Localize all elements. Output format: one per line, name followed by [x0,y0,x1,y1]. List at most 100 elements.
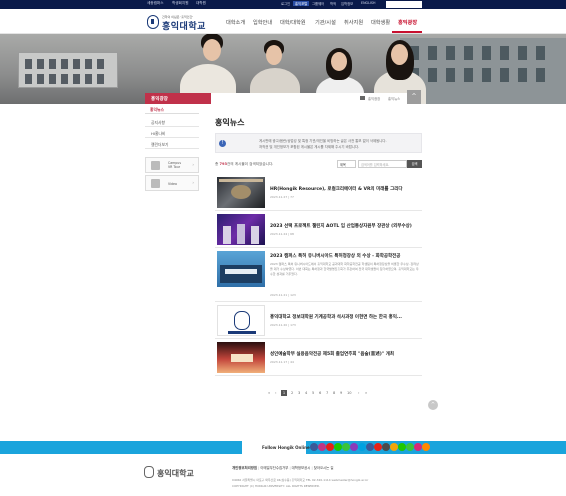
page-title: 홍익뉴스 [215,118,245,127]
post-title[interactable]: HR(Hongik Resource), 로컬크리에이터 & VR의 미래를 그… [270,186,403,192]
sns-icon[interactable] [382,443,390,451]
sns-icon[interactable] [358,443,366,451]
breadcrumb-item-news[interactable]: 홍익뉴스 [388,96,400,101]
pagination-page-1[interactable]: 1 [281,390,287,396]
collapse-up-button[interactable]: ^ [407,90,421,104]
list-item[interactable]: 홍익대학교 정보대학원 기계공학과 석사과정 이현면 하는 한국 홍익... 2… [215,302,422,339]
sns-icon[interactable] [310,443,318,451]
pagination-last[interactable]: » [365,391,367,395]
info-icon: ! [219,140,226,147]
post-thumbnail[interactable] [217,214,265,245]
sns-icon[interactable] [318,443,326,451]
list-item[interactable]: 2023 캠퍼스 특허 유니버시아드 특허청장상 외 수상 - 화학공학전공 2… [215,248,422,302]
student-face-4 [391,44,408,65]
footer-link-directions[interactable]: 찾아오시는 길 [314,466,334,470]
top-link-graduate[interactable]: 대학원 [196,1,206,6]
notice-line-1: 게시판에 광고/음란/상업성 및 특정 기관/개인을 비방하는 글은 사전 통보… [259,139,387,143]
top-utility-bar: 세종캠퍼스 학생회지원 대학원 로그인 홍익포털 그룹웨어 학적 입학정보 EN… [0,0,566,9]
search-field-select[interactable]: 제목 [337,160,356,168]
post-title[interactable]: 홍익대학교 정보대학원 기계공학과 석사과정 이현면 하는 한국 홍익... [270,314,402,320]
gnb-item-admission[interactable]: 입학안내 [253,19,272,26]
sns-icon[interactable] [326,443,334,451]
gnb-item-campus-life[interactable]: 대학생활 [371,19,390,26]
top-link-english[interactable]: ENGLISH [361,1,376,5]
list-item[interactable]: HR(Hongik Resource), 로컬크리에이터 & VR의 미래를 그… [215,174,422,211]
pagination-page-2[interactable]: 2 [291,391,293,395]
footer-links: 개인정보처리방침 | 이메일무단수집거부 | 대학정보공시 | 찾아오시는 길 [232,466,334,470]
gnb-item-career[interactable]: 취사지원 [344,19,363,26]
scroll-top-button[interactable]: ^ [428,400,438,410]
pagination-page-5[interactable]: 5 [312,391,314,395]
top-link-sejong[interactable]: 세종캠퍼스 [147,1,164,6]
post-meta: 2023.11.21 | 123 [270,293,296,297]
sns-label: Follow Hongik Online [242,441,310,454]
pagination-page-6[interactable]: 6 [319,391,321,395]
site-logo[interactable]: 건학의 이념은 '홍익인간' 홍익대학교 [147,15,219,32]
home-icon[interactable] [360,96,365,100]
pagination-page-4[interactable]: 4 [305,391,307,395]
pagination-next[interactable]: › [358,391,359,395]
top-link-records[interactable]: 학적 [330,1,336,6]
sns-icon[interactable] [366,443,374,451]
pagination-first[interactable]: « [268,391,270,395]
post-title[interactable]: 2023 선택 프로젝트 챌린지 AOTL 입 산업통상자원부 장관상 (외부수… [270,223,412,229]
footer-logo-name: 홍익대학교 [157,468,194,478]
post-thumbnail[interactable] [217,342,265,373]
sns-icon[interactable] [350,443,358,451]
post-meta: 2023.11.27 | 77 [270,195,294,199]
sns-icon[interactable] [334,443,342,451]
post-thumbnail[interactable] [217,305,265,336]
gnb-item-facilities[interactable]: 기관/시설 [315,19,336,26]
top-link-student[interactable]: 학생회지원 [172,1,189,6]
post-title[interactable]: 2023 캠퍼스 특허 유니버시아드 특허청장상 외 수상 - 화학공학전공 [270,253,400,259]
lnb-item-blog[interactable]: HI홍나비 [145,128,199,138]
gnb-item-plaza[interactable]: 홍익광장 [398,19,417,26]
post-meta: 2023.11.20 | 173 [270,323,296,327]
sns-icon[interactable] [390,443,398,451]
footer-link-disclosure[interactable]: 대학정보공시 [292,466,311,470]
sns-icon[interactable] [406,443,414,451]
search-input[interactable]: 검색어를 입력하세요. [358,160,407,168]
footer-link-privacy[interactable]: 개인정보처리방침 [232,466,257,470]
list-item[interactable]: 2023 선택 프로젝트 챌린지 AOTL 입 산업통상자원부 장관상 (외부수… [215,211,422,248]
post-thumbnail[interactable] [217,177,265,208]
top-link-portal[interactable]: 홍익포털 [293,1,310,6]
post-thumbnail[interactable] [217,251,265,287]
lnb-item-notice[interactable]: 공지사항 [145,117,199,127]
lnb-item-calendar[interactable]: 캘린더보기 [145,139,199,149]
pagination-page-8[interactable]: 8 [333,391,335,395]
search-button[interactable]: 검색 [407,160,422,168]
pagination-page-9[interactable]: 9 [340,391,342,395]
gnb-item-colleges[interactable]: 대학/대학원 [280,19,306,26]
top-link-groupware[interactable]: 그룹웨어 [312,1,324,6]
footer-link-email[interactable]: 이메일무단수집거부 [260,466,288,470]
gnb-item-about[interactable]: 대학소개 [226,19,245,26]
chevron-right-icon: › [192,162,194,167]
video-card[interactable]: Video › [145,175,199,191]
pagination-page-3[interactable]: 3 [298,391,300,395]
notice-box: ! 게시판에 광고/음란/상업성 및 특정 기관/개인을 비방하는 글은 사전 … [215,133,422,153]
sns-icon[interactable] [414,443,422,451]
post-meta: 2023.11.24 | 68 [270,232,294,236]
breadcrumb-item-plaza[interactable]: 홍익광장 [368,96,380,101]
top-link-admission[interactable]: 입학정보 [341,1,353,6]
post-title[interactable]: 성인예술학부 실용음악전공 제5회 졸업연주회 "음술(音述)" 개최 [270,351,394,357]
section-title: 홍익광장 [145,93,211,104]
footer-copyright: COPYRIGHT (C) HONGIK UNIVERSITY. ALL RIG… [232,484,321,488]
footer-address: 04066 서울특별시 마포구 와우산로 94(상수동) 홍익대학교 TEL 0… [232,478,369,482]
lnb-item-news[interactable]: 홍익뉴스 [145,105,199,114]
sns-icon[interactable] [374,443,382,451]
building-left [18,52,118,88]
sns-icon[interactable] [398,443,406,451]
top-search-input[interactable] [386,1,422,8]
sns-icon[interactable] [342,443,350,451]
pagination-page-7[interactable]: 7 [326,391,328,395]
pagination-prev[interactable]: ‹ [275,391,276,395]
sns-icon[interactable] [422,443,430,451]
list-item[interactable]: 성인예술학부 실용음악전공 제5회 졸업연주회 "음술(音述)" 개최 2023… [215,339,422,376]
vr-tour-card[interactable]: Campus VR Tour › [145,157,199,173]
footer [0,454,566,496]
video-label: Video [168,182,177,186]
top-link-login[interactable]: 로그인 [281,1,290,6]
pagination-page-10[interactable]: 10 [347,391,352,395]
